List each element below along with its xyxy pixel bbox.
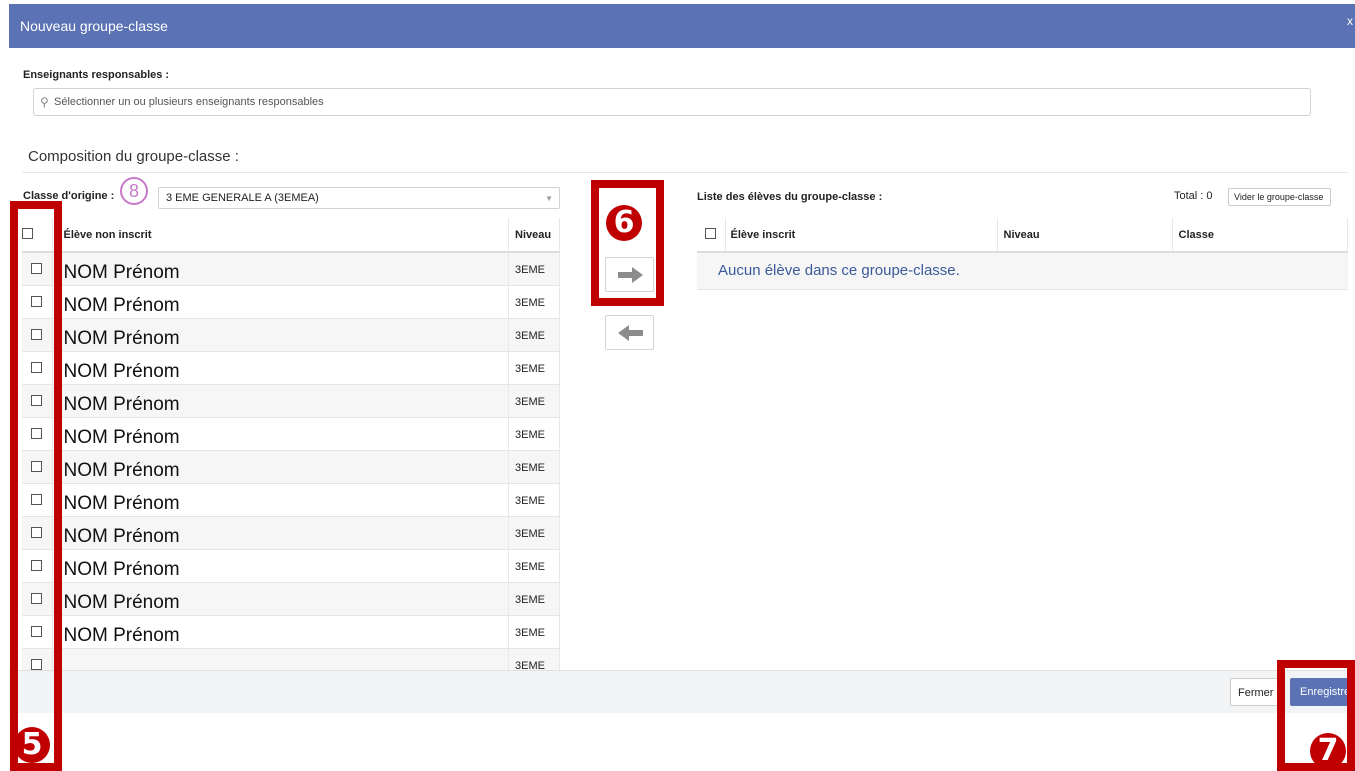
student-name: NOM Prénom (52, 482, 509, 516)
origin-class-value: 3 EME GENERALE A (3EMEA) (166, 192, 319, 204)
table-row[interactable]: NOM Prénom 3EME (22, 317, 560, 351)
arrow-left-icon (618, 325, 643, 341)
student-level: 3EME (508, 350, 560, 384)
teachers-search-placeholder: Sélectionner un ou plusieurs enseignants… (54, 96, 324, 108)
student-level: 3EME (508, 449, 560, 483)
group-students-table: Élève inscrit Niveau Classe Aucun élève … (697, 218, 1348, 290)
table-row[interactable]: NOM Prénom 3EME (22, 482, 560, 516)
annotation-badge-6: 6 (606, 205, 642, 241)
annotation-box-transfer (591, 180, 664, 306)
col-header-student[interactable]: Élève non inscrit (52, 218, 509, 253)
group-list-title: Liste des élèves du groupe-classe : (697, 191, 883, 203)
student-level: 3EME (508, 614, 560, 648)
student-level: 3EME (508, 416, 560, 450)
student-level: 3EME (508, 581, 560, 615)
group-select-all-cell (697, 218, 726, 253)
table-row[interactable]: NOM Prénom 3EME (22, 449, 560, 483)
composition-title: Composition du groupe-classe : (28, 148, 239, 165)
student-level: 3EME (508, 251, 560, 285)
student-name: NOM Prénom (52, 416, 509, 450)
student-level: 3EME (508, 317, 560, 351)
student-name: NOM Prénom (52, 350, 509, 384)
divider (22, 172, 1348, 173)
search-icon: ⚲ (40, 95, 49, 109)
group-select-all-checkbox[interactable] (705, 227, 717, 239)
col-header-level[interactable]: Niveau (508, 218, 560, 253)
student-name: NOM Prénom (52, 317, 509, 351)
modal-footer (9, 670, 1355, 713)
unregistered-students-table: Élève non inscrit Niveau NOM Prénom 3EME N… (22, 218, 560, 681)
annotation-badge-7: 7 (1310, 733, 1346, 769)
annotation-badge-5: 5 (14, 727, 50, 763)
origin-class-select[interactable]: 3 EME GENERALE A (3EMEA) ▼ (158, 187, 560, 209)
student-level: 3EME (508, 383, 560, 417)
close-icon[interactable]: x (1347, 14, 1353, 28)
annotation-box-checkboxes (10, 201, 62, 771)
table-row[interactable]: NOM Prénom 3EME (22, 581, 560, 615)
table-row[interactable]: NOM Prénom 3EME (22, 416, 560, 450)
empty-group-message: Aucun élève dans ce groupe-classe. (697, 252, 1348, 290)
student-name: NOM Prénom (52, 581, 509, 615)
table-row[interactable]: NOM Prénom 3EME (22, 383, 560, 417)
student-level: 3EME (508, 284, 560, 318)
teachers-label: Enseignants responsables : (23, 69, 170, 81)
table-row[interactable]: NOM Prénom 3EME (22, 548, 560, 582)
col-header-class[interactable]: Classe (1172, 218, 1348, 253)
student-name: NOM Prénom (52, 383, 509, 417)
table-row[interactable]: NOM Prénom 3EME (22, 350, 560, 384)
table-row[interactable]: NOM Prénom 3EME (22, 515, 560, 549)
student-name: NOM Prénom (52, 614, 509, 648)
group-total: Total : 0 (1174, 190, 1213, 202)
teachers-search-input[interactable]: ⚲ Sélectionner un ou plusieurs enseignan… (33, 88, 1311, 116)
annotation-marker-8: 8 (120, 177, 148, 205)
student-name: NOM Prénom (52, 449, 509, 483)
modal-title: Nouveau groupe-classe (20, 18, 168, 34)
col-header-group-level[interactable]: Niveau (997, 218, 1173, 253)
remove-from-group-button[interactable] (605, 315, 654, 350)
table-row[interactable]: NOM Prénom 3EME (22, 251, 560, 285)
student-level: 3EME (508, 515, 560, 549)
close-button[interactable]: Fermer (1230, 678, 1282, 706)
col-header-registered-student[interactable]: Élève inscrit (725, 218, 998, 253)
modal-header: Nouveau groupe-classe x (9, 4, 1355, 48)
student-name: NOM Prénom (52, 251, 509, 285)
student-level: 3EME (508, 482, 560, 516)
student-name: NOM Prénom (52, 284, 509, 318)
student-name: NOM Prénom (52, 548, 509, 582)
table-row[interactable]: NOM Prénom 3EME (22, 284, 560, 318)
chevron-down-icon: ▼ (545, 194, 553, 203)
table-row[interactable]: NOM Prénom 3EME (22, 614, 560, 648)
clear-group-button[interactable]: Vider le groupe-classe (1228, 188, 1331, 206)
student-name: NOM Prénom (52, 515, 509, 549)
student-level: 3EME (508, 548, 560, 582)
